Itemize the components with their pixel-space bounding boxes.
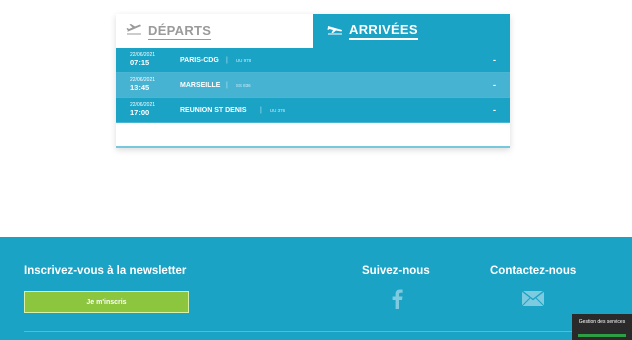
cookie-services-label: Gestion des services — [578, 319, 626, 325]
flight-separator: | — [226, 56, 228, 64]
flight-datetime: 22/06/2021 17:00 — [130, 103, 174, 117]
flight-separator: | — [226, 81, 228, 89]
follow-us-title: Suivez-nous — [362, 265, 430, 277]
widget-bottom-border — [116, 146, 510, 148]
flight-city: REUNION ST DENIS — [180, 106, 247, 114]
flight-row[interactable]: 22/06/2021 07:15 PARIS-CDG | UU 978 - — [116, 48, 510, 73]
footer-divider — [24, 331, 574, 332]
plane-takeoff-icon — [126, 22, 142, 40]
flight-row[interactable]: 22/06/2021 17:00 REUNION ST DENIS | UU 3… — [116, 98, 510, 123]
site-footer: Inscrivez-vous à la newsletter Je m'insc… — [0, 237, 632, 340]
flight-expand-toggle[interactable]: - — [493, 105, 496, 115]
tab-arrivals[interactable]: ARRIVÉES — [313, 14, 510, 48]
flight-code: SS 836 — [235, 82, 251, 88]
flight-row[interactable]: 22/06/2021 13:45 MARSEILLE | SS 836 - — [116, 73, 510, 98]
flight-separator: | — [260, 106, 262, 114]
cookie-status-bar — [578, 334, 626, 337]
plane-landing-icon — [327, 22, 343, 40]
flight-time: 17:00 — [130, 108, 150, 118]
flights-list: 22/06/2021 07:15 PARIS-CDG | UU 978 - 22… — [116, 48, 510, 123]
flight-city: MARSEILLE — [180, 81, 221, 89]
newsletter-title: Inscrivez-vous à la newsletter — [24, 265, 187, 277]
page: DÉPARTS ARRIVÉES 22/06/2021 07:15 PARIS-… — [0, 0, 632, 340]
flight-datetime: 22/06/2021 13:45 — [130, 78, 174, 92]
flight-expand-toggle[interactable]: - — [493, 80, 496, 90]
newsletter-subscribe-button[interactable]: Je m'inscris — [24, 291, 189, 313]
flight-expand-toggle[interactable]: - — [493, 55, 496, 65]
flight-code: UU 376 — [269, 107, 286, 113]
flights-tabs: DÉPARTS ARRIVÉES — [116, 14, 510, 48]
tab-arrivals-label: ARRIVÉES — [349, 22, 418, 40]
tab-departures[interactable]: DÉPARTS — [116, 14, 313, 48]
flight-time: 13:45 — [130, 83, 150, 93]
mail-icon[interactable] — [521, 290, 545, 307]
cookie-services-button[interactable]: Gestion des services — [572, 314, 632, 340]
tab-departures-label: DÉPARTS — [148, 22, 212, 40]
flights-widget: DÉPARTS ARRIVÉES 22/06/2021 07:15 PARIS-… — [116, 14, 510, 148]
flight-datetime: 22/06/2021 07:15 — [130, 53, 174, 67]
contact-us-title: Contactez-nous — [490, 265, 577, 277]
flight-time: 07:15 — [130, 58, 150, 68]
flight-city: PARIS-CDG — [180, 56, 219, 64]
flight-code: UU 978 — [235, 57, 252, 63]
facebook-icon[interactable] — [390, 289, 404, 309]
